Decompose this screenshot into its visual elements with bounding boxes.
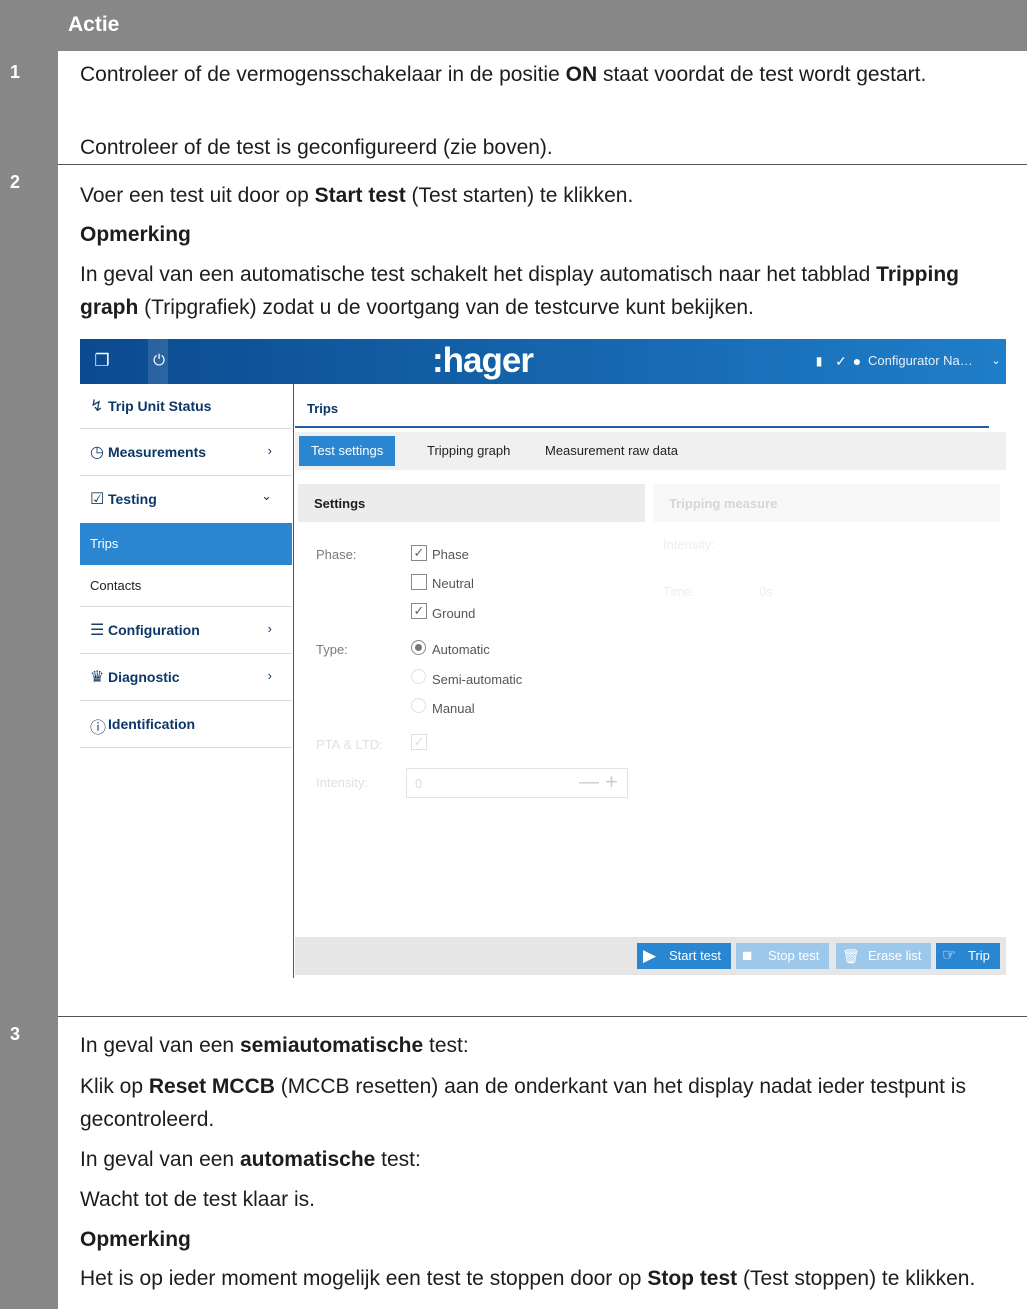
sidebar-item-trips[interactable]: Trips bbox=[80, 523, 292, 565]
manual-option-label: Manual bbox=[432, 701, 475, 716]
chevron-right-icon: › bbox=[267, 621, 272, 636]
neutral-checkbox[interactable] bbox=[411, 574, 427, 590]
sidebar-item-configuration[interactable]: ☰ Configuration › bbox=[80, 607, 292, 654]
app-screenshot: ❐ ⏻ :hager ▮ ✓ ● Configurator Na… ⌄ ↯ Tr… bbox=[80, 339, 1006, 978]
sidebar-item-contacts[interactable]: Contacts bbox=[80, 565, 292, 607]
step-2-note: In geval van een automatische test schak… bbox=[80, 263, 959, 319]
step-3-note: Het is op ieder moment mogelijk een test… bbox=[80, 1267, 976, 1290]
chevron-down-icon: ⌄ bbox=[261, 488, 272, 503]
stop-icon: ■ bbox=[742, 946, 753, 965]
step-2-text: Voer een test uit door op Start test (Te… bbox=[80, 184, 634, 207]
stop-test-button[interactable]: ■ Stop test bbox=[736, 943, 830, 969]
chevron-right-icon: › bbox=[267, 668, 272, 683]
user-name[interactable]: Configurator Na… bbox=[868, 353, 973, 368]
tab-measurement-raw-data[interactable]: Measurement raw data bbox=[533, 436, 690, 466]
step-number: 1 bbox=[10, 62, 21, 82]
title-underline bbox=[295, 426, 989, 428]
sidebar-item-trip-unit-status[interactable]: ↯ Trip Unit Status bbox=[80, 384, 292, 429]
hand-point-icon: ☞ bbox=[942, 947, 957, 964]
pta-ltd-label: PTA & LTD: bbox=[316, 737, 383, 752]
step-3-text-2: Klik op Reset MCCB (MCCB resetten) aan d… bbox=[80, 1075, 966, 1131]
settings-header: Settings bbox=[298, 484, 645, 522]
plus-icon[interactable]: + bbox=[605, 769, 618, 795]
pta-ltd-checkbox[interactable]: ✓ bbox=[411, 734, 427, 750]
tab-test-settings[interactable]: Test settings bbox=[299, 436, 396, 466]
ground-checkbox[interactable]: ✓ bbox=[411, 603, 427, 619]
chevron-down-icon[interactable]: ⌄ bbox=[984, 349, 1008, 373]
sliders-icon: ☰ bbox=[90, 622, 105, 639]
step-3-text-4: Wacht tot de test klaar is. bbox=[80, 1188, 315, 1211]
sidebar-item-measurements[interactable]: ◷ Measurements › bbox=[80, 429, 292, 476]
phase-checkbox[interactable]: ✓ bbox=[411, 545, 427, 561]
table-header: Actie bbox=[58, 0, 1027, 51]
tripping-measure-header: Tripping measure bbox=[653, 484, 1000, 522]
page-title: Trips bbox=[307, 401, 339, 416]
tab-bar: Test settings Tripping graph Measurement… bbox=[295, 432, 1006, 470]
tab-tripping-graph[interactable]: Tripping graph bbox=[415, 436, 522, 466]
manual-radio[interactable] bbox=[411, 698, 426, 713]
number-column bbox=[0, 0, 58, 1309]
intensity-value: 0 bbox=[415, 776, 423, 791]
top-bar: ❐ ⏻ :hager ▮ ✓ ● Configurator Na… ⌄ bbox=[80, 339, 1006, 384]
play-icon: ▶ bbox=[643, 946, 657, 965]
semi-automatic-radio[interactable] bbox=[411, 669, 426, 684]
trip-button[interactable]: ☞ Trip bbox=[936, 943, 1000, 969]
tm-time-label: Time: bbox=[663, 584, 696, 599]
checklist-icon: ☑ bbox=[90, 491, 105, 508]
hager-logo: :hager bbox=[432, 341, 534, 380]
step-number: 2 bbox=[10, 172, 21, 192]
phase-option-label: Phase bbox=[432, 547, 469, 562]
sidebar-item-testing[interactable]: ☑ Testing ⌄ bbox=[80, 476, 292, 523]
intensity-input[interactable]: 0 — + bbox=[406, 768, 628, 798]
ground-option-label: Ground bbox=[432, 606, 476, 621]
row-divider bbox=[58, 1016, 1027, 1017]
lightning-icon: ↯ bbox=[90, 398, 104, 415]
diagnostic-icon: ♛ bbox=[90, 669, 105, 686]
tm-time-value: 0s bbox=[759, 584, 773, 599]
note-heading: Opmerking bbox=[80, 1228, 191, 1251]
sidebar-item-diagnostic[interactable]: ♛ Diagnostic › bbox=[80, 654, 292, 701]
step-3-text-3: In geval van een automatische test: bbox=[80, 1148, 421, 1171]
step-1-text-2: Controleer of de test is geconfigureerd … bbox=[80, 136, 553, 159]
semi-automatic-option-label: Semi-automatic bbox=[432, 672, 523, 687]
gauge-icon: ◷ bbox=[90, 444, 104, 461]
step-3-text-1: In geval van een semiautomatische test: bbox=[80, 1034, 469, 1057]
automatic-radio[interactable] bbox=[411, 640, 426, 655]
step-1-text: Controleer of de vermogensschakelaar in … bbox=[80, 63, 927, 86]
row-divider bbox=[58, 164, 1027, 165]
action-bar: ▶ Start test ■ Stop test 🗑 Erase list ☞ Trip bbox=[295, 937, 1006, 975]
battery-icon: ▮ bbox=[815, 354, 823, 368]
chevron-right-icon: › bbox=[267, 443, 272, 458]
erase-list-button[interactable]: 🗑 Erase list bbox=[836, 943, 932, 969]
tm-intensity-label: Intensity: bbox=[663, 537, 716, 552]
minus-icon[interactable]: — bbox=[579, 771, 599, 794]
note-heading: Opmerking bbox=[80, 223, 191, 246]
sidebar: ↯ Trip Unit Status ◷ Measurements › ☑ Te… bbox=[80, 384, 294, 978]
step-number: 3 bbox=[10, 1024, 21, 1044]
trash-icon: 🗑 bbox=[842, 948, 860, 964]
automatic-option-label: Automatic bbox=[432, 642, 490, 657]
neutral-option-label: Neutral bbox=[432, 576, 474, 591]
cube-icon[interactable]: ❐ bbox=[90, 349, 114, 373]
start-test-button[interactable]: ▶ Start test bbox=[637, 943, 732, 969]
user-icon[interactable]: ● bbox=[845, 349, 869, 373]
sidebar-item-identification[interactable]: ⓘ Identification bbox=[80, 701, 292, 748]
power-icon[interactable]: ⏻ bbox=[147, 349, 171, 373]
info-icon: ⓘ bbox=[90, 720, 107, 737]
phase-label: Phase: bbox=[316, 547, 357, 562]
type-label: Type: bbox=[316, 642, 348, 657]
intensity-label: Intensity: bbox=[316, 775, 369, 790]
main-panel: Trips Test settings Tripping graph Measu… bbox=[295, 384, 1006, 978]
